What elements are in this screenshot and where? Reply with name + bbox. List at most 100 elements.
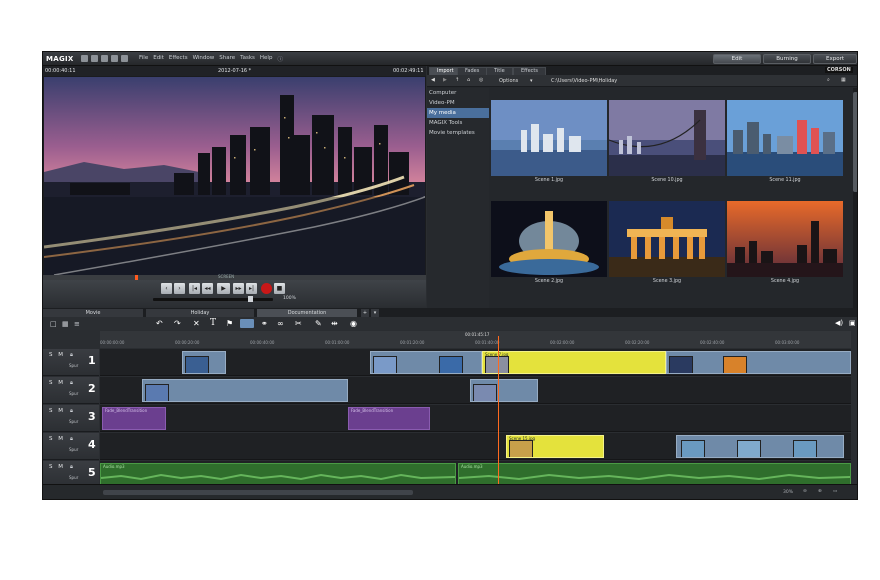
thumb-scene-2[interactable] xyxy=(491,201,607,277)
link-icon[interactable]: ⚭ xyxy=(261,319,268,328)
prev-frame-button[interactable]: ◂◂ xyxy=(202,283,213,294)
video-clip[interactable] xyxy=(666,351,851,374)
mouse-mode-button[interactable] xyxy=(240,319,254,328)
lock-icon[interactable]: 🔒︎ xyxy=(70,464,73,471)
path-field[interactable]: C:\Users\Video-PM\Holiday xyxy=(551,78,617,84)
options-chevron-icon[interactable]: ▾ xyxy=(530,78,533,84)
play-button[interactable]: ▶ xyxy=(217,283,230,294)
track-solo-mute[interactable]: S M xyxy=(49,436,65,442)
track-solo-mute[interactable]: S M xyxy=(49,352,65,358)
transition-clip[interactable]: Fade_BlendTransition xyxy=(102,407,166,430)
zoom-in-icon[interactable]: ⊕ xyxy=(818,489,822,494)
go-to-end-button[interactable]: ▸| xyxy=(246,283,257,294)
unlink-icon[interactable]: ∞ xyxy=(277,319,284,328)
stop-button[interactable]: ■ xyxy=(274,283,285,294)
track-lane-2[interactable] xyxy=(100,377,851,404)
video-clip[interactable] xyxy=(470,379,538,402)
track-solo-mute[interactable]: S M xyxy=(49,380,65,386)
go-to-start-button[interactable]: |◂ xyxy=(189,283,200,294)
audio-clip[interactable]: Audio.mp3 xyxy=(100,463,456,485)
menu-edit[interactable]: Edit xyxy=(153,55,164,63)
export-mode-button[interactable]: Export xyxy=(813,54,857,64)
delete-icon[interactable]: ✕ xyxy=(193,319,200,328)
mixer-icon[interactable]: ▣ xyxy=(849,319,856,327)
trim-icon[interactable]: ⇹ xyxy=(331,319,338,328)
text-title-icon[interactable]: T xyxy=(210,318,216,328)
video-clip[interactable] xyxy=(676,435,844,458)
video-clip[interactable] xyxy=(182,351,226,374)
preview-zoom-slider[interactable] xyxy=(153,298,273,301)
image-clip-selected[interactable]: Scene 7.jpg xyxy=(482,351,666,374)
track-header-4[interactable]: S M 🔒︎ Spur 4 xyxy=(43,433,99,460)
tab-title[interactable]: Title xyxy=(486,67,513,75)
tab-documentation[interactable]: Documentation xyxy=(257,309,357,317)
help-icon[interactable] xyxy=(121,55,128,62)
menu-share[interactable]: Share xyxy=(219,55,235,63)
track-lane-3[interactable]: Fade_BlendTransition Fade_BlendTransitio… xyxy=(100,405,851,432)
video-clip[interactable] xyxy=(370,351,482,374)
image-clip[interactable]: Scene 15.jpg xyxy=(506,435,604,458)
lock-icon[interactable]: 🔒︎ xyxy=(70,408,73,415)
tab-fades[interactable]: Fades xyxy=(457,67,488,75)
undo-icon[interactable]: ↶ xyxy=(156,319,163,328)
thumb-scene-11[interactable] xyxy=(727,100,843,176)
menu-help[interactable]: Help xyxy=(260,55,273,63)
new-project-icon[interactable] xyxy=(81,55,88,62)
fit-view-icon[interactable]: ▭ xyxy=(833,489,837,494)
track-lane-4[interactable]: Scene 15.jpg xyxy=(100,433,851,460)
thumb-scene-1[interactable] xyxy=(491,100,607,176)
track-lane-1[interactable]: Scene 7.jpg xyxy=(100,349,851,376)
prev-marker-button[interactable]: ‹ xyxy=(161,283,172,294)
track-header-2[interactable]: S M 🔒︎ Spur 2 xyxy=(43,377,99,404)
playhead[interactable] xyxy=(498,336,499,491)
timeline-ruler[interactable]: 00:01:45:17 00:00:00:00 00:00:20:00 00:0… xyxy=(100,331,851,348)
thumb-scene-10[interactable] xyxy=(609,100,725,176)
tree-item-computer[interactable]: Computer xyxy=(427,88,489,98)
search-icon[interactable]: ⌕ xyxy=(827,77,830,83)
audio-clip[interactable]: Audio.mp3 xyxy=(458,463,851,485)
save-project-icon[interactable] xyxy=(101,55,108,62)
timeline-view-icon[interactable]: ≡ xyxy=(74,320,80,328)
tab-movie[interactable]: Movie xyxy=(43,309,143,317)
up-folder-icon[interactable]: ↑ xyxy=(455,77,459,83)
view-grid-icon[interactable]: ▦ xyxy=(841,77,846,83)
settings-icon[interactable] xyxy=(111,55,118,62)
media-scrollbar[interactable] xyxy=(853,88,857,308)
track-header-1[interactable]: S M 🔒︎ Spur 1 xyxy=(43,349,99,376)
burning-mode-button[interactable]: Burning xyxy=(763,54,811,64)
menu-window[interactable]: Window xyxy=(193,55,215,63)
marker-icon[interactable]: ⚑ xyxy=(226,319,233,328)
lock-icon[interactable]: 🔒︎ xyxy=(70,380,73,387)
next-marker-button[interactable]: › xyxy=(174,283,185,294)
media-scroll-thumb[interactable] xyxy=(853,92,857,192)
menu-file[interactable]: File xyxy=(139,55,148,63)
timeline-horizontal-scrollbar[interactable] xyxy=(103,490,413,495)
thumb-scene-3[interactable] xyxy=(609,201,725,277)
zoom-out-icon[interactable]: ⊖ xyxy=(803,489,807,494)
menu-tasks[interactable]: Tasks xyxy=(240,55,255,63)
lock-icon[interactable]: 🔒︎ xyxy=(70,352,73,359)
edit-mode-button[interactable]: Edit xyxy=(713,54,761,64)
preview-eye-icon[interactable]: ◉ xyxy=(350,319,357,328)
home-icon[interactable]: ⌂ xyxy=(467,77,470,83)
menu-effects[interactable]: Effects xyxy=(169,55,188,63)
tree-item-magix-tools[interactable]: MAGIX Tools xyxy=(427,118,489,128)
tree-item-my-media[interactable]: My media xyxy=(427,108,489,118)
thumb-scene-4[interactable] xyxy=(727,201,843,277)
scene-view-icon[interactable]: ▦ xyxy=(62,320,69,328)
video-clip[interactable] xyxy=(142,379,348,402)
track-solo-mute[interactable]: S M xyxy=(49,464,65,470)
tree-item-movie-templates[interactable]: Movie templates xyxy=(427,128,489,138)
track-solo-mute[interactable]: S M xyxy=(49,408,65,414)
back-arrow-icon[interactable]: ◀ xyxy=(431,77,435,83)
tab-effects[interactable]: Effects xyxy=(513,67,546,75)
storyboard-view-icon[interactable]: □ xyxy=(50,320,57,328)
redo-icon[interactable]: ↷ xyxy=(174,319,181,328)
track-header-3[interactable]: S M 🔒︎ Spur 3 xyxy=(43,405,99,432)
record-button[interactable] xyxy=(261,283,272,294)
options-dropdown[interactable]: Options xyxy=(499,78,518,84)
binoculars-icon[interactable]: ◎ xyxy=(479,77,483,83)
split-icon[interactable]: ✂ xyxy=(295,319,302,328)
forward-arrow-icon[interactable]: ▶ xyxy=(443,77,447,83)
volume-icon[interactable]: ◀) xyxy=(835,319,843,327)
